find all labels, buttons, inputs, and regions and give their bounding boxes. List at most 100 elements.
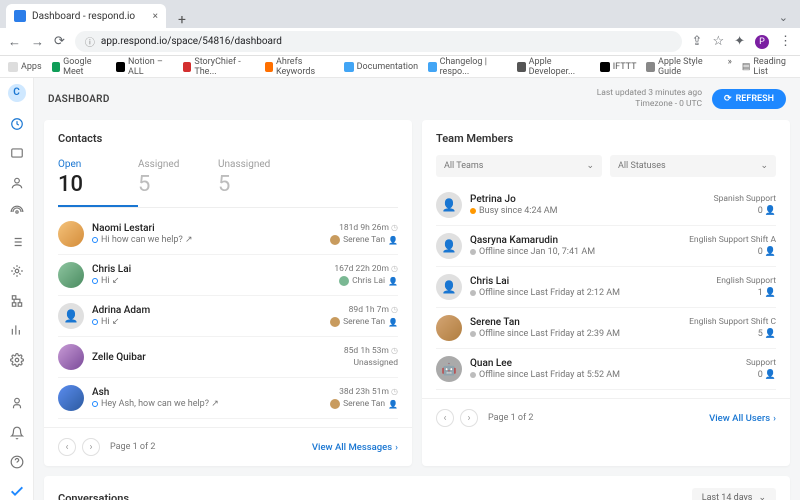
- forward-icon[interactable]: →: [31, 34, 44, 50]
- bookmark-item[interactable]: Ahrefs Keywords: [265, 57, 334, 77]
- card-title: Conversations: [58, 492, 129, 500]
- bookmarks-bar: Apps Google Meet Notion – ALL StoryChief…: [0, 56, 800, 78]
- member-row[interactable]: 👤 Petrina Jo Busy since 4:24 AM Spanish …: [436, 185, 776, 226]
- bookmark-item[interactable]: Notion – ALL: [116, 57, 172, 77]
- close-icon[interactable]: ×: [153, 11, 158, 22]
- dashboard-icon[interactable]: [9, 116, 25, 132]
- view-all-messages-link[interactable]: View All Messages›: [312, 442, 398, 453]
- avatar: 🤖: [436, 356, 462, 382]
- settings-icon[interactable]: [9, 352, 25, 368]
- menu-icon[interactable]: ⋮: [779, 34, 792, 49]
- contacts-icon[interactable]: [9, 175, 25, 191]
- contact-row[interactable]: Ash Hey Ash, how can we help? ↗ 38d 23h …: [58, 378, 398, 419]
- next-page-button[interactable]: ›: [460, 409, 478, 427]
- avatar: 👤: [58, 303, 84, 329]
- url-input[interactable]: ⓘ app.respond.io/space/54816/dashboard: [75, 31, 682, 52]
- messages-icon[interactable]: [9, 146, 25, 162]
- brand-logo-icon[interactable]: [9, 484, 25, 500]
- new-tab-button[interactable]: +: [172, 12, 192, 28]
- chevron-right-icon: ›: [773, 413, 776, 424]
- url-text: app.respond.io/space/54816/dashboard: [101, 36, 282, 47]
- prev-page-button[interactable]: ‹: [436, 409, 454, 427]
- list-icon[interactable]: [9, 234, 25, 250]
- meta-info: Last updated 3 minutes ago Timezone - 0 …: [597, 88, 702, 110]
- contact-row[interactable]: Zelle Quibar 85d 1h 53m ◷ Unassigned: [58, 337, 398, 378]
- page-title: DASHBOARD: [48, 94, 110, 105]
- back-icon[interactable]: ←: [8, 34, 21, 50]
- channel-icon: [92, 237, 98, 243]
- card-footer: ‹ › Page 1 of 2 View All Users›: [422, 398, 790, 437]
- main-content: DASHBOARD Last updated 3 minutes ago Tim…: [34, 78, 800, 500]
- card-title: Team Members: [436, 132, 776, 145]
- clock-icon: ◷: [391, 223, 398, 232]
- contact-row[interactable]: Naomi Lestari Hi how can we help? ↗ 181d…: [58, 214, 398, 255]
- status-dot-icon: [470, 208, 476, 214]
- user-icon: 👤: [388, 236, 398, 245]
- broadcast-icon[interactable]: [9, 205, 25, 221]
- reports-icon[interactable]: [9, 323, 25, 339]
- profile-avatar[interactable]: P: [755, 35, 769, 49]
- contact-row[interactable]: 👤 Adrina Adam Hi ↙ 89d 1h 7m ◷ Serene Ta…: [58, 296, 398, 337]
- bookmark-item[interactable]: Apple Developer...: [517, 57, 590, 77]
- workspace-logo[interactable]: C: [8, 84, 26, 102]
- overflow-icon[interactable]: »: [728, 57, 732, 77]
- card-title: Contacts: [58, 132, 398, 145]
- star-icon[interactable]: ☆: [712, 34, 724, 49]
- workflow-icon[interactable]: [9, 293, 25, 309]
- user-icon[interactable]: [9, 396, 25, 412]
- page-indicator: Page 1 of 2: [110, 442, 155, 452]
- avatar: [436, 315, 462, 341]
- team-card: Team Members All Teams⌄ All Statuses⌄ 👤 …: [422, 120, 790, 466]
- apps-bookmark[interactable]: Apps: [8, 62, 42, 72]
- date-range-select[interactable]: Last 14 days ⌄: [692, 488, 776, 500]
- avatar: [58, 385, 84, 411]
- view-all-users-link[interactable]: View All Users›: [709, 413, 776, 424]
- avatar: 👤: [436, 274, 462, 300]
- reading-list[interactable]: ▤Reading List: [742, 57, 792, 77]
- bookmark-item[interactable]: Apple Style Guide: [646, 57, 717, 77]
- contact-row[interactable]: Chris Lai Hi ↙ 167d 22h 20m ◷ Chris Lai …: [58, 255, 398, 296]
- refresh-icon: ⟳: [724, 94, 732, 104]
- refresh-button[interactable]: ⟳ REFRESH: [712, 89, 786, 109]
- contacts-card: Contacts Open 10 Assigned 5 Unassigned 5: [44, 120, 412, 466]
- avatar: 👤: [436, 192, 462, 218]
- contacts-tabs: Open 10 Assigned 5 Unassigned 5: [58, 155, 398, 208]
- chevron-right-icon: ›: [395, 442, 398, 453]
- topbar: DASHBOARD Last updated 3 minutes ago Tim…: [44, 78, 790, 120]
- member-row[interactable]: 👤 Qasryna Kamarudin Offline since Jan 10…: [436, 226, 776, 267]
- user-icon: 👤: [765, 206, 776, 216]
- channel-icon: [92, 278, 98, 284]
- teams-filter[interactable]: All Teams⌄: [436, 155, 602, 177]
- chevron-down-icon: ⌄: [758, 493, 766, 500]
- tab-unassigned[interactable]: Unassigned 5: [218, 155, 298, 207]
- bell-icon[interactable]: [9, 425, 25, 441]
- member-row[interactable]: 🤖 Quan Lee Offline since Last Friday at …: [436, 349, 776, 390]
- reload-icon[interactable]: ⟳: [54, 34, 65, 49]
- page-indicator: Page 1 of 2: [488, 413, 533, 423]
- chevron-down-icon: ⌄: [586, 161, 594, 171]
- help-icon[interactable]: [9, 455, 25, 471]
- tab-title: Dashboard - respond.io: [32, 11, 135, 22]
- chevron-down-icon[interactable]: ⌄: [779, 11, 794, 28]
- extensions-icon[interactable]: ✦: [734, 34, 745, 49]
- address-bar: ← → ⟳ ⓘ app.respond.io/space/54816/dashb…: [0, 28, 800, 56]
- tab-open[interactable]: Open 10: [58, 155, 138, 207]
- prev-page-button[interactable]: ‹: [58, 438, 76, 456]
- bookmark-item[interactable]: Documentation: [344, 62, 418, 72]
- gear-icon[interactable]: [9, 264, 25, 280]
- member-row[interactable]: Serene Tan Offline since Last Friday at …: [436, 308, 776, 349]
- tab-assigned[interactable]: Assigned 5: [138, 155, 218, 207]
- next-page-button[interactable]: ›: [82, 438, 100, 456]
- member-row[interactable]: 👤 Chris Lai Offline since Last Friday at…: [436, 267, 776, 308]
- status-filter[interactable]: All Statuses⌄: [610, 155, 776, 177]
- conversations-card: Conversations Last 14 days ⌄: [44, 476, 790, 500]
- lock-icon: ⓘ: [85, 34, 95, 49]
- avatar: [58, 262, 84, 288]
- browser-tab[interactable]: Dashboard - respond.io ×: [6, 4, 166, 28]
- bookmark-item[interactable]: Changelog | respo...: [428, 57, 507, 77]
- chevron-down-icon: ⌄: [760, 161, 768, 171]
- bookmark-item[interactable]: IFTTT: [600, 62, 637, 72]
- share-icon[interactable]: ⇪: [692, 34, 703, 49]
- bookmark-item[interactable]: Google Meet: [52, 57, 107, 77]
- bookmark-item[interactable]: StoryChief - The...: [183, 57, 255, 77]
